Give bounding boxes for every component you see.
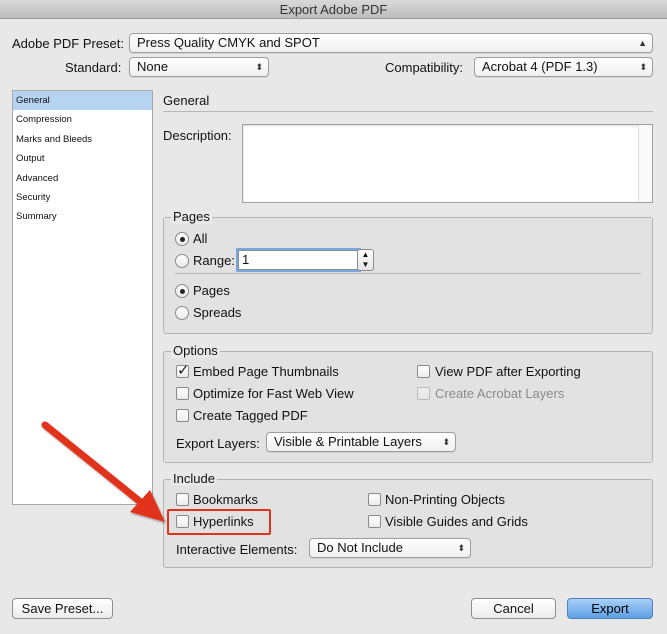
annotation-arrow-icon [41, 421, 165, 522]
export-button[interactable]: Export [567, 598, 653, 619]
save-preset-button[interactable]: Save Preset... [12, 598, 113, 619]
cancel-button[interactable]: Cancel [471, 598, 556, 619]
